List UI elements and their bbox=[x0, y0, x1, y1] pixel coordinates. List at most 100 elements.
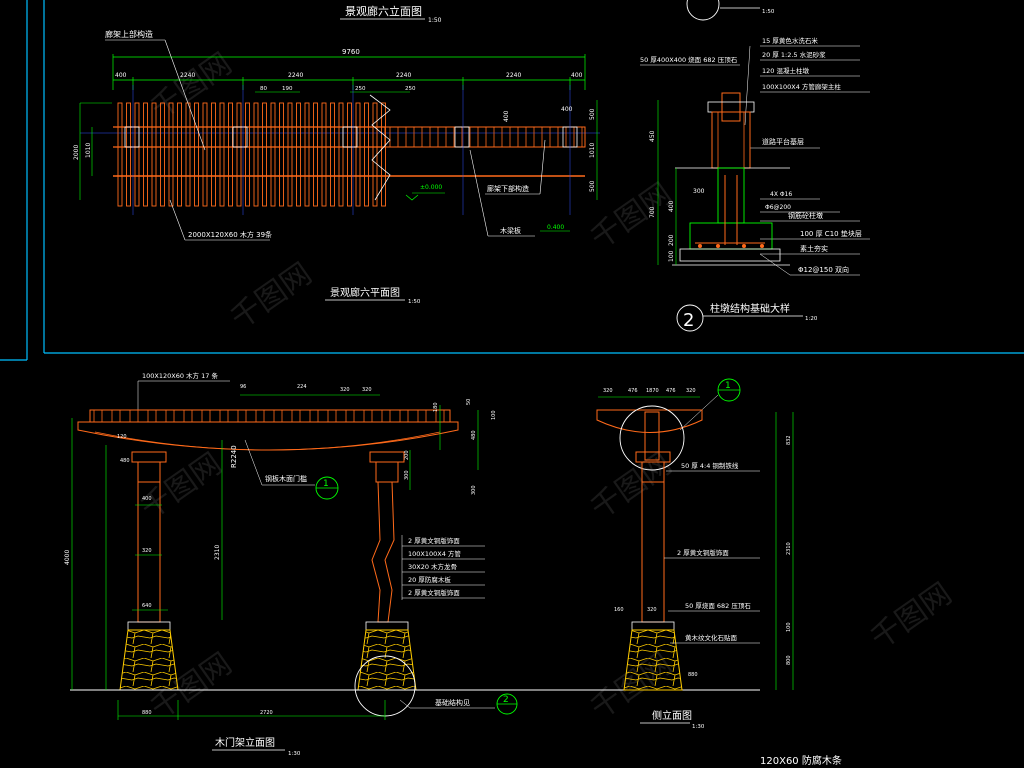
rafter-end bbox=[111, 409, 121, 423]
top-elevation-title: 景观廊六立面图 bbox=[345, 4, 422, 18]
fd-label-4: 120 混凝土柱墩 bbox=[762, 66, 809, 75]
side-scale: 1:30 bbox=[692, 724, 705, 730]
gate-dim-height: 4000 bbox=[64, 550, 71, 565]
plan-scale: 1:50 bbox=[408, 299, 421, 305]
dim-small-2: 190 bbox=[282, 86, 293, 92]
wood-slat bbox=[313, 102, 318, 207]
gate-scale: 1:30 bbox=[288, 751, 301, 757]
side-dim-top-4: 476 bbox=[666, 388, 676, 394]
fd-dim-6: 100 bbox=[668, 250, 675, 262]
wood-slat bbox=[355, 102, 361, 207]
lattice-right bbox=[384, 126, 586, 148]
side-section-marker: 1 bbox=[725, 381, 731, 391]
fd-dim-5: 200 bbox=[668, 234, 675, 246]
fd-title: 柱墩结构基础大样 bbox=[710, 302, 790, 315]
side-dim-top-1: 320 bbox=[603, 388, 613, 394]
dim-height: 2000 bbox=[73, 145, 80, 160]
wood-slat bbox=[177, 102, 182, 207]
wood-slat bbox=[279, 102, 284, 207]
gate-dim-right-6: 100 bbox=[491, 410, 497, 420]
gate-arc-label: R2240 bbox=[230, 445, 238, 468]
fd-scale: 1:20 bbox=[805, 316, 818, 322]
gate-dim-top-4: 320 bbox=[362, 387, 372, 393]
gate-dim-top-1: 96 bbox=[240, 384, 246, 390]
gate-dim-mid: 2310 bbox=[214, 545, 221, 560]
wood-slat bbox=[143, 102, 148, 207]
fd-label-2: 15 厚黄色水洗石米 bbox=[762, 36, 818, 45]
plan-title: 景观廊六平面图 bbox=[330, 286, 400, 299]
gate-iron-plate-label: 钢板木面门槛 bbox=[265, 474, 307, 483]
fd-label-8: Φ6@200 bbox=[765, 204, 791, 211]
wood-slat bbox=[134, 102, 140, 207]
label-slats: 2000X120X60 木方 39条 bbox=[188, 230, 272, 239]
dim-top-6: 400 bbox=[571, 72, 583, 79]
fd-dim-2: 300 bbox=[693, 188, 705, 195]
gate-dim-right-4: 300 bbox=[404, 470, 410, 480]
fd-label-10: 100 厚 C10 垫块层 bbox=[800, 229, 862, 238]
drawing-frame bbox=[0, 0, 1024, 361]
rafter-end bbox=[237, 409, 247, 423]
wood-slat bbox=[219, 102, 225, 207]
side-dim-left-1: 160 bbox=[614, 607, 624, 613]
wood-slat bbox=[381, 102, 386, 207]
side-dim-right-4: 800 bbox=[786, 655, 792, 665]
rafter-end bbox=[147, 409, 157, 423]
wood-slat bbox=[296, 102, 301, 207]
rafter-end bbox=[273, 409, 283, 423]
gate-foundation-marker: 2 bbox=[503, 695, 509, 705]
side-dim-top-3: 1870 bbox=[646, 388, 659, 394]
side-title: 侧立面图 bbox=[652, 709, 692, 722]
wood-slat bbox=[253, 102, 259, 207]
gate-rafters bbox=[93, 409, 445, 423]
dim-top-4: 2240 bbox=[396, 72, 411, 79]
rafter-end bbox=[327, 409, 337, 423]
dim-right-3: 500 bbox=[589, 180, 596, 192]
fd-label-7: 4X Φ16 bbox=[770, 191, 792, 198]
side-elevation-view: 320 476 1870 476 320 1 50 厚 4:4 铜制铁线 2 厚… bbox=[596, 378, 842, 767]
side-dim-right-2: 2310 bbox=[786, 542, 792, 555]
fd-label-6: 道路平台基层 bbox=[762, 137, 804, 146]
fd-dim-1: 450 bbox=[649, 130, 656, 142]
dim-small-4: 250 bbox=[405, 86, 416, 92]
bottom-note: 120X60 防腐木条 bbox=[760, 754, 842, 767]
side-dim-left-2: 320 bbox=[647, 607, 657, 613]
gate-dim-right-3: 200 bbox=[404, 450, 410, 460]
top-elevation-view: 景观廊六立面图 1:50 9760 400 2240 2240 2240 224… bbox=[73, 4, 600, 305]
wood-slat bbox=[194, 102, 199, 207]
wood-slat bbox=[330, 102, 335, 207]
fd-label-1: 50 厚400X400 烧面 682 压顶石 bbox=[640, 55, 738, 64]
gate-detail-1: 2 厚黄文铜版饰面 bbox=[408, 536, 460, 545]
fd-label-12: Φ12@150 双向 bbox=[798, 265, 849, 274]
side-label-1: 50 厚 4:4 铜制铁线 bbox=[681, 461, 739, 470]
gate-dim-top-3: 320 bbox=[340, 387, 350, 393]
wood-slat bbox=[304, 102, 310, 207]
gate-section-marker: 1 bbox=[323, 479, 329, 489]
wood-slat bbox=[211, 102, 216, 207]
cad-drawing: 千图网 千图网 千图网 千图网 千图网 千图网 千图网 千图网 景观廊六立面图 … bbox=[0, 0, 1024, 767]
rafter-end bbox=[417, 409, 427, 423]
dim-top-1: 400 bbox=[115, 72, 127, 79]
wood-slat bbox=[372, 102, 378, 207]
gate-title: 木门架立面图 bbox=[215, 736, 275, 749]
level-mark-2: 0.400 bbox=[547, 224, 564, 231]
fd-label-3: 20 厚 1:2.5 水泥砂浆 bbox=[762, 50, 826, 59]
wood-slat bbox=[338, 102, 344, 207]
side-dim-right-3: 100 bbox=[786, 622, 792, 632]
gate-dim-top-2: 224 bbox=[297, 384, 307, 390]
dim-small-3: 250 bbox=[355, 86, 366, 92]
fd-marker: 2 bbox=[683, 310, 694, 331]
side-label-3: 50 厚烧面 682 压顶石 bbox=[685, 601, 751, 610]
top-marker-scale: 1:50 bbox=[762, 9, 775, 15]
wood-slat bbox=[202, 102, 208, 207]
wood-slat bbox=[228, 102, 233, 207]
dim-mid-400: 400 bbox=[503, 110, 510, 122]
dim-small-1: 80 bbox=[260, 86, 267, 92]
rafter-end bbox=[363, 409, 373, 423]
wood-slat bbox=[321, 102, 327, 207]
watermark-text: 千图网 bbox=[135, 446, 229, 526]
rafter-end bbox=[399, 409, 409, 423]
dim-total: 9760 bbox=[342, 48, 360, 56]
gate-dim-bottom-2: 2720 bbox=[260, 710, 273, 716]
dim-top-3: 2240 bbox=[288, 72, 303, 79]
wood-slat bbox=[364, 102, 369, 207]
